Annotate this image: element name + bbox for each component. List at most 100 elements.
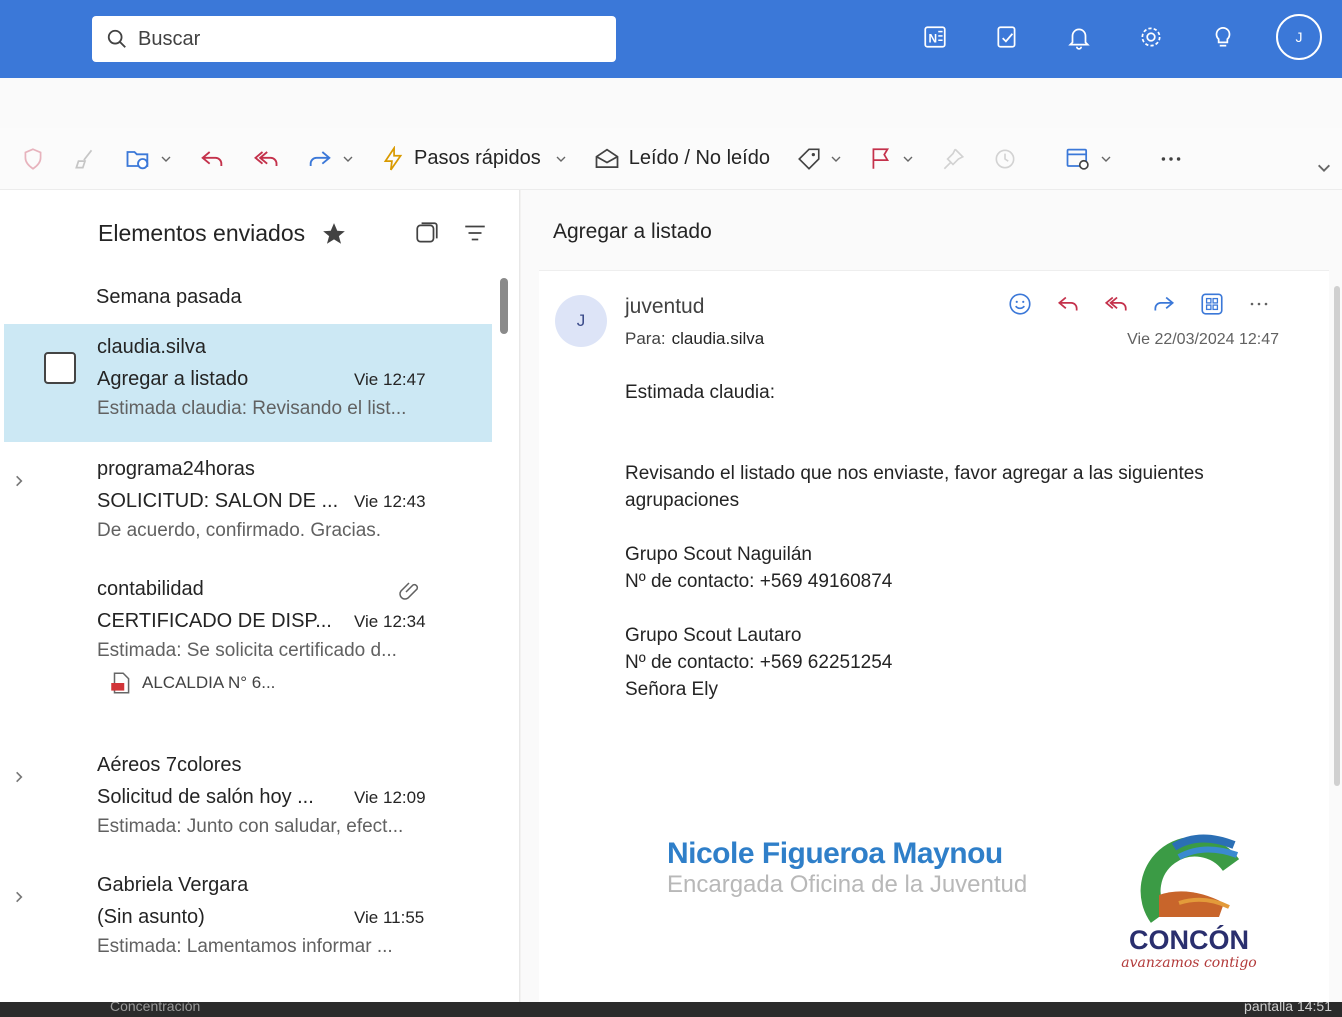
list-item[interactable]: contabilidad CERTIFICADO DE DISP... Vie … bbox=[4, 566, 492, 726]
flag-icon bbox=[872, 147, 889, 169]
rules-button[interactable] bbox=[1064, 139, 1112, 179]
shield-icon bbox=[24, 147, 42, 170]
select-mode-icon[interactable] bbox=[414, 220, 440, 246]
message-preview: Estimada: Lamentamos informar ... bbox=[97, 936, 393, 957]
message-subject: CERTIFICADO DE DISP... bbox=[97, 610, 332, 632]
message-time: Vie 12:09 bbox=[354, 788, 426, 807]
list-item[interactable]: Gabriela Vergara (Sin asunto) Vie 11:55 … bbox=[4, 862, 492, 980]
logo-slogan: avanzamos contigo bbox=[1121, 955, 1257, 971]
reply-all-icon[interactable] bbox=[1103, 291, 1129, 317]
message-time: Vie 12:34 bbox=[354, 612, 426, 631]
paperclip-icon bbox=[399, 582, 419, 600]
categorize-button[interactable] bbox=[796, 139, 842, 179]
more-icon bbox=[1161, 156, 1181, 161]
chevron-right-icon[interactable] bbox=[12, 770, 26, 784]
flag-button[interactable] bbox=[868, 139, 914, 179]
message-preview: Estimada: Junto con saludar, efect... bbox=[97, 816, 404, 837]
message-checkbox[interactable] bbox=[44, 352, 76, 384]
body-greeting: Estimada claudia: bbox=[625, 382, 775, 403]
to-label: Para: bbox=[625, 329, 666, 348]
emoji-icon[interactable] bbox=[1007, 291, 1033, 317]
attachment-name: ALCALDIA N° 6... bbox=[142, 673, 276, 692]
read-unread-label: Leído / No leído bbox=[628, 147, 770, 169]
pin-icon bbox=[943, 148, 965, 169]
signature-role: Encargada Oficina de la Juventud bbox=[667, 871, 1028, 898]
read-unread-button[interactable]: Leído / No leído bbox=[593, 139, 770, 179]
sender-avatar[interactable]: J bbox=[555, 295, 607, 347]
ribbon-expand-button[interactable] bbox=[1316, 148, 1332, 188]
list-scrollbar[interactable] bbox=[500, 278, 508, 334]
lightbulb-icon[interactable] bbox=[1204, 18, 1242, 56]
message-subject: SOLICITUD: SALON DE ... bbox=[97, 490, 339, 512]
logo-text: CONCÓN bbox=[1129, 925, 1249, 955]
reply-all-button[interactable] bbox=[252, 139, 280, 179]
forward-button[interactable] bbox=[306, 139, 354, 179]
message-subject: Solicitud de salón hoy ... bbox=[97, 786, 314, 808]
list-item-selected[interactable]: claudia.silva Agregar a listado Vie 12:4… bbox=[4, 324, 492, 442]
snooze-button[interactable] bbox=[992, 139, 1018, 179]
message-subject: (Sin asunto) bbox=[97, 906, 205, 928]
move-to-button[interactable] bbox=[124, 139, 172, 179]
chevron-down-icon bbox=[343, 156, 353, 162]
lightning-icon bbox=[383, 145, 403, 170]
star-icon[interactable] bbox=[321, 221, 347, 247]
reading-pane: Agregar a listado J juventud Para: claudi… bbox=[521, 190, 1342, 1002]
taskbar-focus-label[interactable]: Concentración bbox=[110, 1002, 200, 1014]
chevron-right-icon[interactable] bbox=[12, 474, 26, 488]
sender-name[interactable]: juventud bbox=[625, 295, 704, 319]
top-header: Buscar N J bbox=[0, 0, 1342, 78]
gear-icon[interactable] bbox=[1132, 18, 1170, 56]
message-date: Vie 22/03/2024 12:47 bbox=[1127, 331, 1279, 348]
report-button[interactable] bbox=[20, 139, 46, 179]
conversation-title: Agregar a listado bbox=[553, 220, 712, 243]
rules-icon bbox=[1066, 148, 1089, 170]
reply-icon bbox=[201, 150, 223, 166]
message-card: J juventud Para: claudia.silva Vie 22/03/… bbox=[539, 270, 1329, 1002]
reply-icon[interactable] bbox=[1055, 291, 1081, 317]
chevron-down-icon bbox=[161, 156, 171, 162]
reading-scrollbar[interactable] bbox=[1334, 286, 1340, 786]
body-line: Señora Ely bbox=[625, 679, 718, 700]
taskbar: Concentración pantalla 14:51 bbox=[0, 1002, 1342, 1017]
recipient-line: Para: claudia.silva bbox=[625, 329, 764, 349]
forward-icon bbox=[309, 150, 331, 166]
municipal-logo: CONCÓN avanzamos contigo bbox=[1119, 825, 1259, 981]
broom-icon bbox=[75, 149, 93, 169]
quick-steps-button[interactable]: Pasos rápidos bbox=[380, 139, 567, 179]
apps-icon[interactable] bbox=[1199, 291, 1225, 317]
recipient-name[interactable]: claudia.silva bbox=[672, 329, 765, 348]
folder-title: Elementos enviados bbox=[98, 220, 306, 246]
list-item[interactable]: programa24horas SOLICITUD: SALON DE ... … bbox=[4, 446, 492, 564]
search-box[interactable]: Buscar bbox=[92, 16, 616, 62]
account-avatar[interactable]: J bbox=[1276, 14, 1322, 60]
svg-text:N: N bbox=[929, 31, 938, 45]
filter-icon[interactable] bbox=[462, 220, 488, 246]
onenote-icon[interactable]: N bbox=[916, 18, 954, 56]
message-sender: contabilidad bbox=[97, 578, 204, 600]
concon-emblem-icon bbox=[1140, 834, 1240, 923]
chevron-down-icon bbox=[831, 156, 841, 162]
body-line: Nº de contacto: +569 49160874 bbox=[625, 571, 893, 592]
message-sender: Gabriela Vergara bbox=[97, 874, 249, 896]
body-line: Nº de contacto: +569 62251254 bbox=[625, 652, 893, 673]
message-body: Estimada claudia: Revisando el listado q… bbox=[625, 379, 1204, 703]
tag-icon bbox=[798, 147, 820, 170]
message-preview: Estimada claudia: Revisando el list... bbox=[97, 398, 407, 419]
forward-icon[interactable] bbox=[1151, 291, 1177, 317]
chevron-right-icon[interactable] bbox=[12, 890, 26, 904]
pin-button[interactable] bbox=[940, 139, 966, 179]
list-item[interactable]: Aéreos 7colores Solicitud de salón hoy .… bbox=[4, 742, 492, 860]
more-options-button[interactable] bbox=[1158, 139, 1184, 179]
bell-icon[interactable] bbox=[1060, 18, 1098, 56]
attachment-chip[interactable]: ALCALDIA N° 6... bbox=[108, 670, 275, 696]
message-sender: claudia.silva bbox=[97, 336, 206, 358]
message-preview: Estimada: Se solicita certificado d... bbox=[97, 640, 397, 661]
todo-icon[interactable] bbox=[988, 18, 1026, 56]
reply-button[interactable] bbox=[198, 139, 226, 179]
body-line: agrupaciones bbox=[625, 490, 740, 511]
more-icon[interactable] bbox=[1247, 292, 1271, 316]
search-placeholder: Buscar bbox=[138, 27, 201, 50]
quick-steps-label: Pasos rápidos bbox=[414, 147, 541, 169]
sweep-button[interactable] bbox=[72, 139, 98, 179]
message-preview: De acuerdo, confirmado. Gracias. bbox=[97, 520, 382, 541]
